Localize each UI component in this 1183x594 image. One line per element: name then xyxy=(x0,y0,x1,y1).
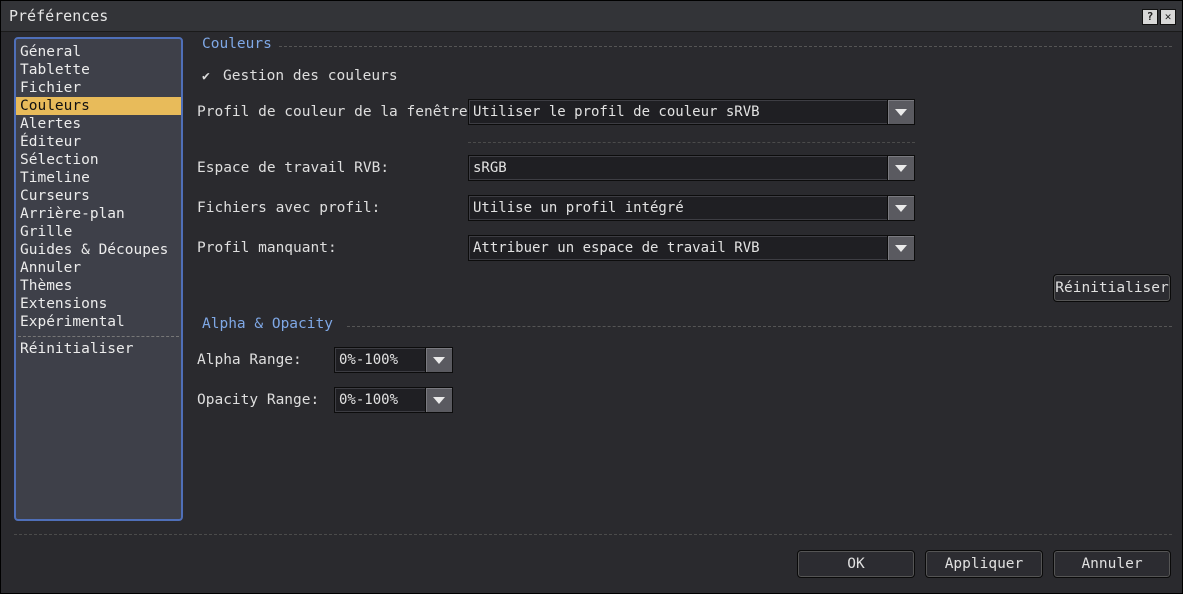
sidebar-item-annuler[interactable]: Annuler xyxy=(16,259,181,277)
rgb-workspace-label: Espace de travail RVB: xyxy=(197,160,390,176)
window-profile-select[interactable]: Utiliser le profil de couleur sRVB xyxy=(468,99,915,125)
chevron-down-icon[interactable] xyxy=(425,348,452,372)
chevron-down-icon[interactable] xyxy=(425,388,452,412)
sidebar-reset-item[interactable]: Réinitialiser xyxy=(16,340,181,358)
alpha-range-select[interactable]: 0%-100% xyxy=(334,347,453,373)
window-title: Préférences xyxy=(9,7,109,25)
opacity-range-select[interactable]: 0%-100% xyxy=(334,387,453,413)
chevron-down-icon[interactable] xyxy=(887,100,914,124)
color-management-label[interactable]: Gestion des couleurs xyxy=(223,68,398,84)
colors-section-divider xyxy=(279,46,1172,47)
opacity-range-label: Opacity Range: xyxy=(197,392,320,408)
cancel-button[interactable]: Annuler xyxy=(1053,550,1171,578)
alpha-section-title: Alpha & Opacity xyxy=(202,316,333,332)
sidebar-item-experimental[interactable]: Expérimental xyxy=(16,313,181,331)
footer-divider xyxy=(14,534,1172,535)
alpha-range-value: 0%-100% xyxy=(339,352,399,368)
missing-profile-select[interactable]: Attribuer un espace de travail RVB xyxy=(468,235,915,261)
files-with-profile-select[interactable]: Utilise un profil intégré xyxy=(468,195,915,221)
sidebar-item-curseurs[interactable]: Curseurs xyxy=(16,187,181,205)
sidebar-item-tablette[interactable]: Tablette xyxy=(16,61,181,79)
help-icon[interactable]: ? xyxy=(1142,9,1158,25)
preferences-window: Préférences ? ✕ Géneral Tablette Fichier… xyxy=(0,0,1183,594)
ok-button[interactable]: OK xyxy=(797,550,915,578)
rgb-workspace-value: sRGB xyxy=(473,160,507,176)
sidebar-item-editeur[interactable]: Éditeur xyxy=(16,133,181,151)
chevron-down-icon[interactable] xyxy=(887,156,914,180)
chevron-down-icon[interactable] xyxy=(887,196,914,220)
sidebar-item-couleurs[interactable]: Couleurs xyxy=(16,97,181,115)
chevron-down-icon[interactable] xyxy=(887,236,914,260)
sidebar-item-alertes[interactable]: Alertes xyxy=(16,115,181,133)
colors-reset-button[interactable]: Réinitialiser xyxy=(1053,274,1171,302)
close-icon[interactable]: ✕ xyxy=(1160,9,1176,25)
sidebar-item-arriere-plan[interactable]: Arrière-plan xyxy=(16,205,181,223)
sidebar-item-grille[interactable]: Grille xyxy=(16,223,181,241)
alpha-section-divider xyxy=(347,326,1172,327)
missing-profile-label: Profil manquant: xyxy=(197,240,337,256)
opacity-range-value: 0%-100% xyxy=(339,392,399,408)
title-bar[interactable]: Préférences ? ✕ xyxy=(1,1,1182,32)
sidebar-item-selection[interactable]: Sélection xyxy=(16,151,181,169)
files-with-profile-value: Utilise un profil intégré xyxy=(473,200,684,216)
sidebar-item-themes[interactable]: Thèmes xyxy=(16,277,181,295)
sidebar-item-fichier[interactable]: Fichier xyxy=(16,79,181,97)
checkmark-icon[interactable]: ✔ xyxy=(202,69,210,84)
sidebar-item-timeline[interactable]: Timeline xyxy=(16,169,181,187)
sidebar-item-general[interactable]: Géneral xyxy=(16,43,181,61)
sidebar-divider xyxy=(18,336,179,337)
alpha-range-label: Alpha Range: xyxy=(197,352,302,368)
sidebar-item-guides[interactable]: Guides & Découpes xyxy=(16,241,181,259)
files-with-profile-label: Fichiers avec profil: xyxy=(197,200,381,216)
profile-divider xyxy=(468,142,915,143)
missing-profile-value: Attribuer un espace de travail RVB xyxy=(473,240,760,256)
window-profile-value: Utiliser le profil de couleur sRVB xyxy=(473,104,760,120)
apply-button[interactable]: Appliquer xyxy=(925,550,1043,578)
rgb-workspace-select[interactable]: sRGB xyxy=(468,155,915,181)
sidebar-item-extensions[interactable]: Extensions xyxy=(16,295,181,313)
colors-section-title: Couleurs xyxy=(202,36,272,52)
window-profile-label: Profil de couleur de la fenêtre xyxy=(197,104,468,120)
sidebar: Géneral Tablette Fichier Couleurs Alerte… xyxy=(14,37,183,521)
